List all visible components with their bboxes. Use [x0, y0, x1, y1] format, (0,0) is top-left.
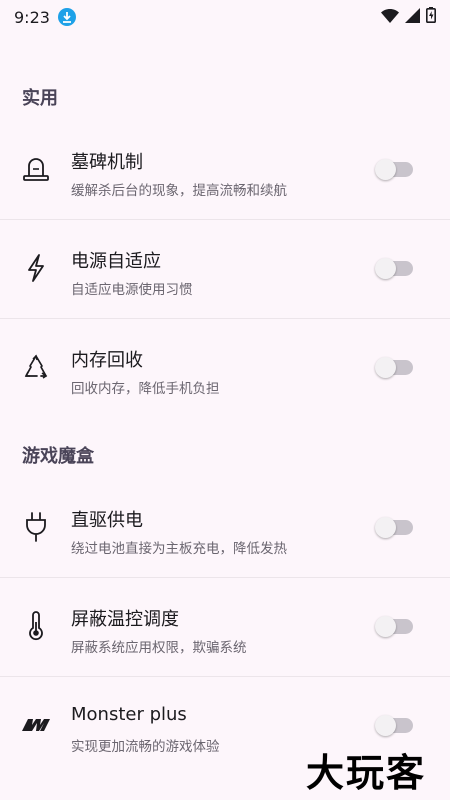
- toggle-thumb: [375, 715, 396, 736]
- power-adaptive-toggle[interactable]: [375, 258, 413, 279]
- monster-logo-icon: [20, 709, 52, 741]
- toggle-thumb: [375, 517, 396, 538]
- row-title: 内存回收: [71, 350, 143, 371]
- direct-power-toggle[interactable]: [375, 517, 413, 538]
- plug-icon: [20, 511, 52, 543]
- toggle-thumb: [375, 616, 396, 637]
- status-bar: 9:23: [0, 0, 450, 34]
- setting-row-direct-power[interactable]: 直驱供电 绕过电池直接为主板充电，降低发热: [0, 479, 450, 578]
- section-header-game-box: 游戏魔盒: [22, 446, 94, 467]
- row-title: Monster plus: [71, 704, 187, 725]
- setting-row-power-adaptive[interactable]: 电源自适应 自适应电源使用习惯: [0, 220, 450, 319]
- row-title: 屏蔽温控调度: [71, 609, 179, 630]
- row-subtitle: 屏蔽系统应用权限，欺骗系统: [71, 640, 247, 656]
- setting-row-memory-recycle[interactable]: 内存回收 回收内存，降低手机负担: [0, 319, 450, 418]
- thermometer-icon: [20, 610, 52, 642]
- row-subtitle: 自适应电源使用习惯: [71, 282, 193, 298]
- toggle-thumb: [375, 159, 396, 180]
- recycle-icon: [20, 351, 52, 383]
- tombstone-toggle[interactable]: [375, 159, 413, 180]
- row-title: 电源自适应: [71, 251, 161, 272]
- row-title: 直驱供电: [71, 510, 143, 531]
- row-subtitle: 实现更加流畅的游戏体验: [71, 739, 220, 755]
- row-subtitle: 缓解杀后台的现象，提高流畅和续航: [71, 183, 287, 199]
- row-title: 墓碑机制: [71, 152, 143, 173]
- memory-recycle-toggle[interactable]: [375, 357, 413, 378]
- thermal-block-toggle[interactable]: [375, 616, 413, 637]
- download-icon: [57, 8, 76, 26]
- watermark-logo: 大玩客: [306, 750, 427, 795]
- section-header-utility: 实用: [22, 88, 58, 109]
- monster-plus-toggle[interactable]: [375, 715, 413, 736]
- status-time: 9:23: [14, 7, 50, 27]
- toggle-thumb: [375, 357, 396, 378]
- setting-row-tombstone[interactable]: 墓碑机制 缓解杀后台的现象，提高流畅和续航: [0, 121, 450, 220]
- wifi-icon: [381, 8, 399, 27]
- row-subtitle: 回收内存，降低手机负担: [71, 381, 220, 397]
- lightning-icon: [20, 252, 52, 284]
- signal-icon: [405, 7, 420, 27]
- tombstone-icon: [20, 153, 52, 185]
- toggle-thumb: [375, 258, 396, 279]
- battery-icon: [426, 7, 436, 27]
- setting-row-thermal-block[interactable]: 屏蔽温控调度 屏蔽系统应用权限，欺骗系统: [0, 578, 450, 677]
- row-subtitle: 绕过电池直接为主板充电，降低发热: [71, 541, 287, 557]
